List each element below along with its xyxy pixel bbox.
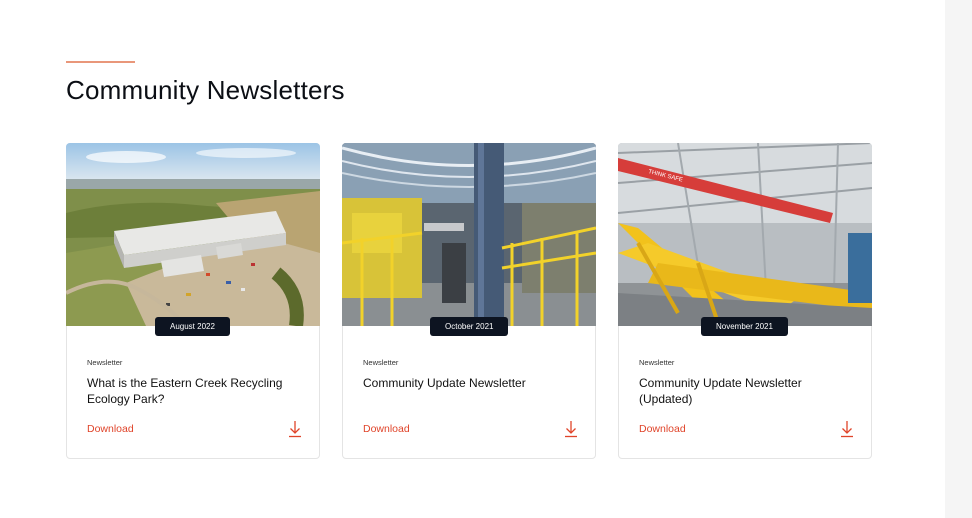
newsletter-image-conveyors: THINK SAFE <box>618 143 872 326</box>
date-badge: October 2021 <box>430 317 509 336</box>
download-icon[interactable] <box>288 420 302 438</box>
newsletter-card[interactable]: August 2022 Newsletter What is the Easte… <box>66 143 320 459</box>
card-title: What is the Eastern Creek Recycling Ecol… <box>87 376 283 406</box>
card-title: Community Update Newsletter <box>363 376 526 390</box>
download-link[interactable]: Download <box>363 423 410 435</box>
download-icon[interactable] <box>840 420 854 438</box>
page-side-gutter <box>945 0 972 518</box>
download-icon[interactable] <box>564 420 578 438</box>
date-badge: August 2022 <box>155 317 230 336</box>
date-badge: November 2021 <box>701 317 788 336</box>
card-title: Community Update Newsletter (Updated) <box>639 376 802 406</box>
newsletter-card[interactable]: THINK SAFE November 2021 Newsletter Comm… <box>618 143 872 459</box>
download-link[interactable]: Download <box>87 423 134 435</box>
section-accent-line <box>66 61 135 63</box>
card-category: Newsletter <box>639 358 675 367</box>
download-link[interactable]: Download <box>639 423 686 435</box>
newsletter-image-processing-hall <box>342 143 596 326</box>
newsletter-image-aerial-facility <box>66 143 320 326</box>
newsletter-card[interactable]: October 2021 Newsletter Community Update… <box>342 143 596 459</box>
card-category: Newsletter <box>363 358 399 367</box>
section-title: Community Newsletters <box>66 75 345 105</box>
card-category: Newsletter <box>87 358 123 367</box>
